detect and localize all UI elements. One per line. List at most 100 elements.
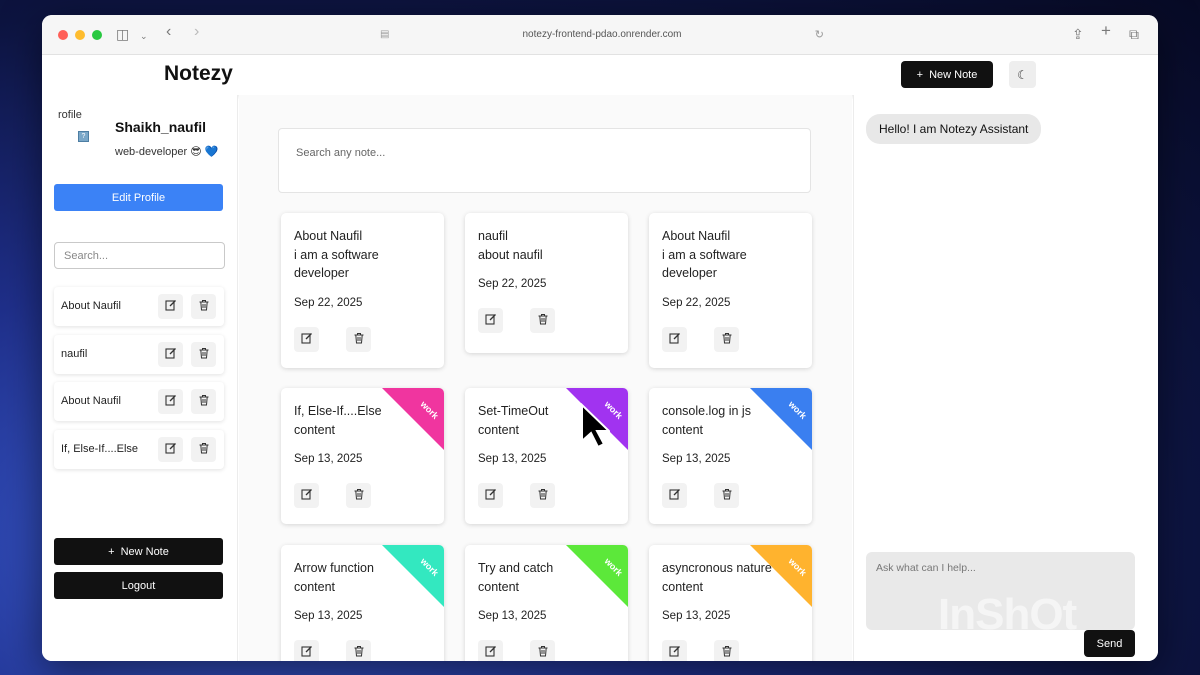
edit-icon [164, 299, 177, 314]
close-window-button[interactable] [58, 30, 68, 40]
tag-ribbon: work [750, 388, 812, 450]
sidebar-note-item[interactable]: About Naufil [54, 287, 224, 326]
note-date: Sep 13, 2025 [662, 610, 731, 622]
sidebar-note-item[interactable]: If, Else-If....Else [54, 429, 224, 469]
send-button[interactable]: Send [1084, 630, 1135, 657]
back-icon[interactable]: ‹ [166, 24, 171, 40]
delete-note-button[interactable] [191, 436, 216, 462]
new-tab-icon[interactable]: + [1101, 22, 1111, 39]
trash-icon [721, 332, 733, 347]
edit-icon [164, 394, 177, 409]
edit-note-button[interactable] [158, 389, 183, 414]
sidebar-toggle-icon[interactable]: ◫ [116, 26, 129, 42]
delete-note-button[interactable] [714, 483, 739, 508]
note-date: Sep 22, 2025 [294, 296, 363, 309]
sidebar-note-label: If, Else-If....Else [61, 442, 139, 455]
maximize-window-button[interactable] [92, 30, 102, 40]
minimize-window-button[interactable] [75, 30, 85, 40]
new-note-button[interactable]: + New Note [901, 61, 993, 88]
edit-icon [164, 442, 177, 457]
sidebar-new-note-button[interactable]: + New Note [54, 538, 223, 565]
assistant-panel: Hello! I am Notezy Assistant Send [853, 95, 1158, 661]
logout-button[interactable]: Logout [54, 572, 223, 599]
delete-note-button[interactable] [191, 341, 216, 367]
note-card[interactable]: About Naufil i am a software developer Sep… [281, 213, 444, 368]
delete-note-button[interactable] [346, 326, 371, 352]
delete-note-button[interactable] [346, 483, 371, 508]
share-icon[interactable]: ⇪ [1072, 26, 1084, 42]
edit-profile-button[interactable]: Edit Profile [54, 184, 223, 211]
avatar-alt-text: rofile [58, 109, 82, 121]
note-date: Sep 22, 2025 [662, 296, 731, 309]
note-card[interactable]: naufil about naufil Sep 22, 2025 [465, 213, 628, 353]
forward-icon[interactable]: › [194, 24, 199, 40]
edit-note-button[interactable] [478, 308, 503, 333]
chevron-down-icon[interactable]: ⌄ [140, 28, 148, 44]
note-card[interactable]: console.log in js content Sep 13, 2025 work [649, 388, 812, 524]
new-note-label: New Note [929, 68, 978, 81]
delete-note-button[interactable] [191, 389, 216, 414]
edit-note-button[interactable] [294, 483, 319, 508]
reload-icon[interactable]: ↻ [815, 24, 824, 46]
edit-note-button[interactable] [478, 483, 503, 508]
edit-icon [668, 645, 681, 660]
sidebar-note-label: About Naufil [61, 395, 121, 407]
note-search-input[interactable] [278, 128, 811, 193]
note-card[interactable]: Arrow function content Sep 13, 2025 work [281, 545, 444, 661]
tag-ribbon: work [382, 545, 444, 607]
sidebar-note-item[interactable]: About Naufil [54, 382, 224, 421]
trash-icon [198, 394, 210, 409]
edit-note-button[interactable] [158, 294, 183, 319]
delete-note-button[interactable] [530, 308, 555, 333]
user-bio: web-developer 😎 💙 [115, 146, 219, 158]
edit-icon [300, 645, 313, 660]
url-text: notezy-frontend-pdao.onrender.com [522, 29, 682, 40]
username: Shaikh_naufil [115, 119, 207, 135]
note-card[interactable]: About Naufil i am a software developer Sep… [649, 213, 812, 368]
edit-note-button[interactable] [662, 640, 687, 661]
delete-note-button[interactable] [714, 326, 739, 352]
delete-note-button[interactable] [346, 640, 371, 661]
tab-overview-icon[interactable]: ⧉ [1129, 26, 1139, 42]
browser-toolbar: ◫ ⌄ ‹ › ▤ notezy-frontend-pdao.onrender.… [42, 15, 1158, 55]
plus-icon: + [108, 545, 115, 558]
edit-note-button[interactable] [478, 640, 503, 661]
theme-toggle-button[interactable]: ☾ [1009, 61, 1036, 88]
tag-ribbon: work [566, 545, 628, 607]
note-date: Sep 13, 2025 [662, 453, 731, 465]
note-card[interactable]: If, Else-If....Else content Sep 13, 2025 wo… [281, 388, 444, 524]
note-date: Sep 13, 2025 [294, 453, 363, 465]
address-bar[interactable]: ▤ notezy-frontend-pdao.onrender.com ↻ [372, 24, 832, 46]
trash-icon [198, 299, 210, 314]
note-date: Sep 13, 2025 [478, 453, 547, 465]
note-card[interactable]: Try and catch content Sep 13, 2025 work [465, 545, 628, 661]
note-date: Sep 13, 2025 [294, 610, 363, 622]
sidebar: rofile ? Shaikh_naufil web-developer 😎 💙… [42, 95, 238, 661]
trash-icon [198, 442, 210, 457]
delete-note-button[interactable] [191, 294, 216, 319]
inshot-watermark: InShOt [938, 590, 1077, 639]
edit-icon [300, 332, 313, 347]
edit-note-button[interactable] [294, 326, 319, 352]
edit-note-button[interactable] [662, 483, 687, 508]
delete-note-button[interactable] [714, 640, 739, 661]
note-date: Sep 13, 2025 [478, 610, 547, 622]
delete-note-button[interactable] [530, 483, 555, 508]
note-date: Sep 22, 2025 [478, 278, 547, 290]
edit-note-button[interactable] [662, 326, 687, 352]
avatar: ? [78, 131, 89, 142]
tag-ribbon: work [750, 545, 812, 607]
edit-note-button[interactable] [158, 341, 183, 367]
edit-note-button[interactable] [294, 640, 319, 661]
note-card-text: naufil about naufil [478, 227, 618, 264]
app-header: Notezy + New Note ☾ [42, 55, 1158, 95]
edit-icon [484, 645, 497, 660]
note-content: i am a software developer [294, 247, 379, 281]
sidebar-search-input[interactable] [54, 242, 225, 269]
edit-note-button[interactable] [158, 436, 183, 462]
delete-note-button[interactable] [530, 640, 555, 661]
note-card[interactable]: asyncronous nature content Sep 13, 2025 wor… [649, 545, 812, 661]
sidebar-note-item[interactable]: naufil [54, 334, 224, 374]
trash-icon [721, 645, 733, 660]
note-card-text: About Naufil i am a software developer [294, 227, 434, 283]
